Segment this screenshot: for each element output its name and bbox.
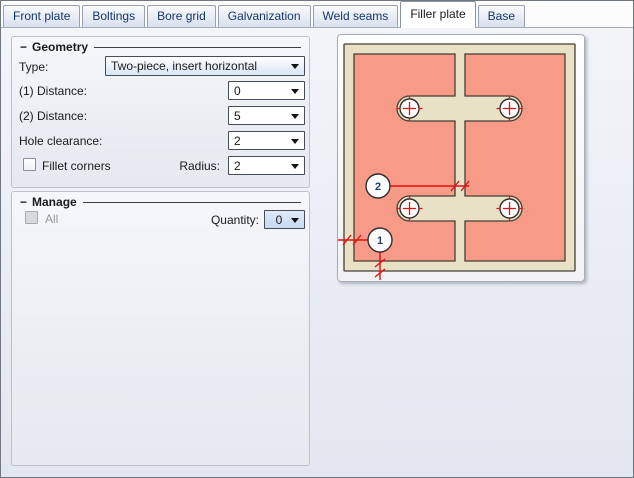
distance2-combobox-value: 5 bbox=[234, 108, 241, 123]
fillet-corners-label: Fillet corners bbox=[42, 159, 111, 173]
radius-combobox[interactable]: 2 bbox=[228, 156, 305, 175]
quantity-label: Quantity: bbox=[210, 213, 259, 227]
marker-2-label: 2 bbox=[375, 181, 381, 193]
distance1-label: (1) Distance: bbox=[19, 84, 88, 98]
group-title-rule bbox=[94, 47, 301, 48]
chevron-down-icon bbox=[291, 113, 299, 119]
chevron-down-icon bbox=[291, 163, 299, 169]
geometry-group: − Geometry Type: Two-piece, insert horiz… bbox=[11, 36, 310, 188]
geometry-group-header: − Geometry bbox=[12, 37, 309, 54]
tab-bar: Front plate Boltings Bore grid Galvaniza… bbox=[1, 1, 633, 28]
group-title-rule bbox=[82, 202, 301, 203]
quantity-combobox-value: 0 bbox=[275, 212, 283, 227]
tab-base[interactable]: Base bbox=[477, 5, 526, 27]
all-checkbox[interactable] bbox=[25, 211, 38, 224]
filler-piece-left bbox=[353, 53, 456, 262]
chevron-down-icon bbox=[291, 64, 299, 69]
geometry-group-title: Geometry bbox=[32, 40, 89, 54]
type-label: Type: bbox=[19, 60, 49, 74]
all-label: All bbox=[45, 212, 59, 226]
filler-plate-diagram: 2 1 bbox=[338, 43, 576, 280]
tab-front-plate[interactable]: Front plate bbox=[3, 5, 81, 27]
manage-group-title: Manage bbox=[32, 195, 77, 209]
quantity-combobox[interactable]: 0 bbox=[264, 210, 305, 229]
fillet-corners-checkbox[interactable] bbox=[23, 158, 36, 171]
marker-1-label: 1 bbox=[377, 235, 383, 247]
dimension-marker-1: 1 bbox=[367, 227, 393, 253]
distance2-label: (2) Distance: bbox=[19, 109, 88, 123]
tab-bore-grid[interactable]: Bore grid bbox=[147, 5, 216, 27]
collapse-icon[interactable]: − bbox=[20, 195, 27, 209]
chevron-down-icon bbox=[291, 217, 299, 223]
type-combobox[interactable]: Two-piece, insert horizontal bbox=[105, 56, 305, 76]
radius-combobox-value: 2 bbox=[234, 158, 241, 173]
tab-boltings[interactable]: Boltings bbox=[82, 5, 146, 27]
chevron-down-icon bbox=[291, 88, 299, 94]
collapse-icon[interactable]: − bbox=[20, 40, 27, 54]
hole-clearance-combobox-value: 2 bbox=[234, 133, 241, 148]
type-combobox-value: Two-piece, insert horizontal bbox=[111, 59, 258, 73]
radius-label: Radius: bbox=[179, 159, 220, 173]
dimension-marker-2: 2 bbox=[365, 173, 391, 199]
distance1-combobox-value: 0 bbox=[234, 83, 241, 98]
filler-plate-preview: 2 1 bbox=[337, 34, 585, 282]
tab-galvanization[interactable]: Galvanization bbox=[217, 5, 311, 27]
manage-group-header: − Manage bbox=[12, 192, 309, 209]
manage-group: − Manage All Quantity: 0 bbox=[11, 191, 310, 466]
distance1-combobox[interactable]: 0 bbox=[228, 81, 305, 100]
hole-clearance-label: Hole clearance: bbox=[19, 134, 103, 148]
filler-piece-right bbox=[464, 53, 566, 262]
distance2-combobox[interactable]: 5 bbox=[228, 106, 305, 125]
chevron-down-icon bbox=[291, 138, 299, 144]
filler-plate-dialog: Front plate Boltings Bore grid Galvaniza… bbox=[0, 0, 634, 478]
hole-clearance-combobox[interactable]: 2 bbox=[228, 131, 305, 150]
tab-weld-seams[interactable]: Weld seams bbox=[312, 5, 399, 27]
tab-filler-plate[interactable]: Filler plate bbox=[400, 1, 476, 28]
